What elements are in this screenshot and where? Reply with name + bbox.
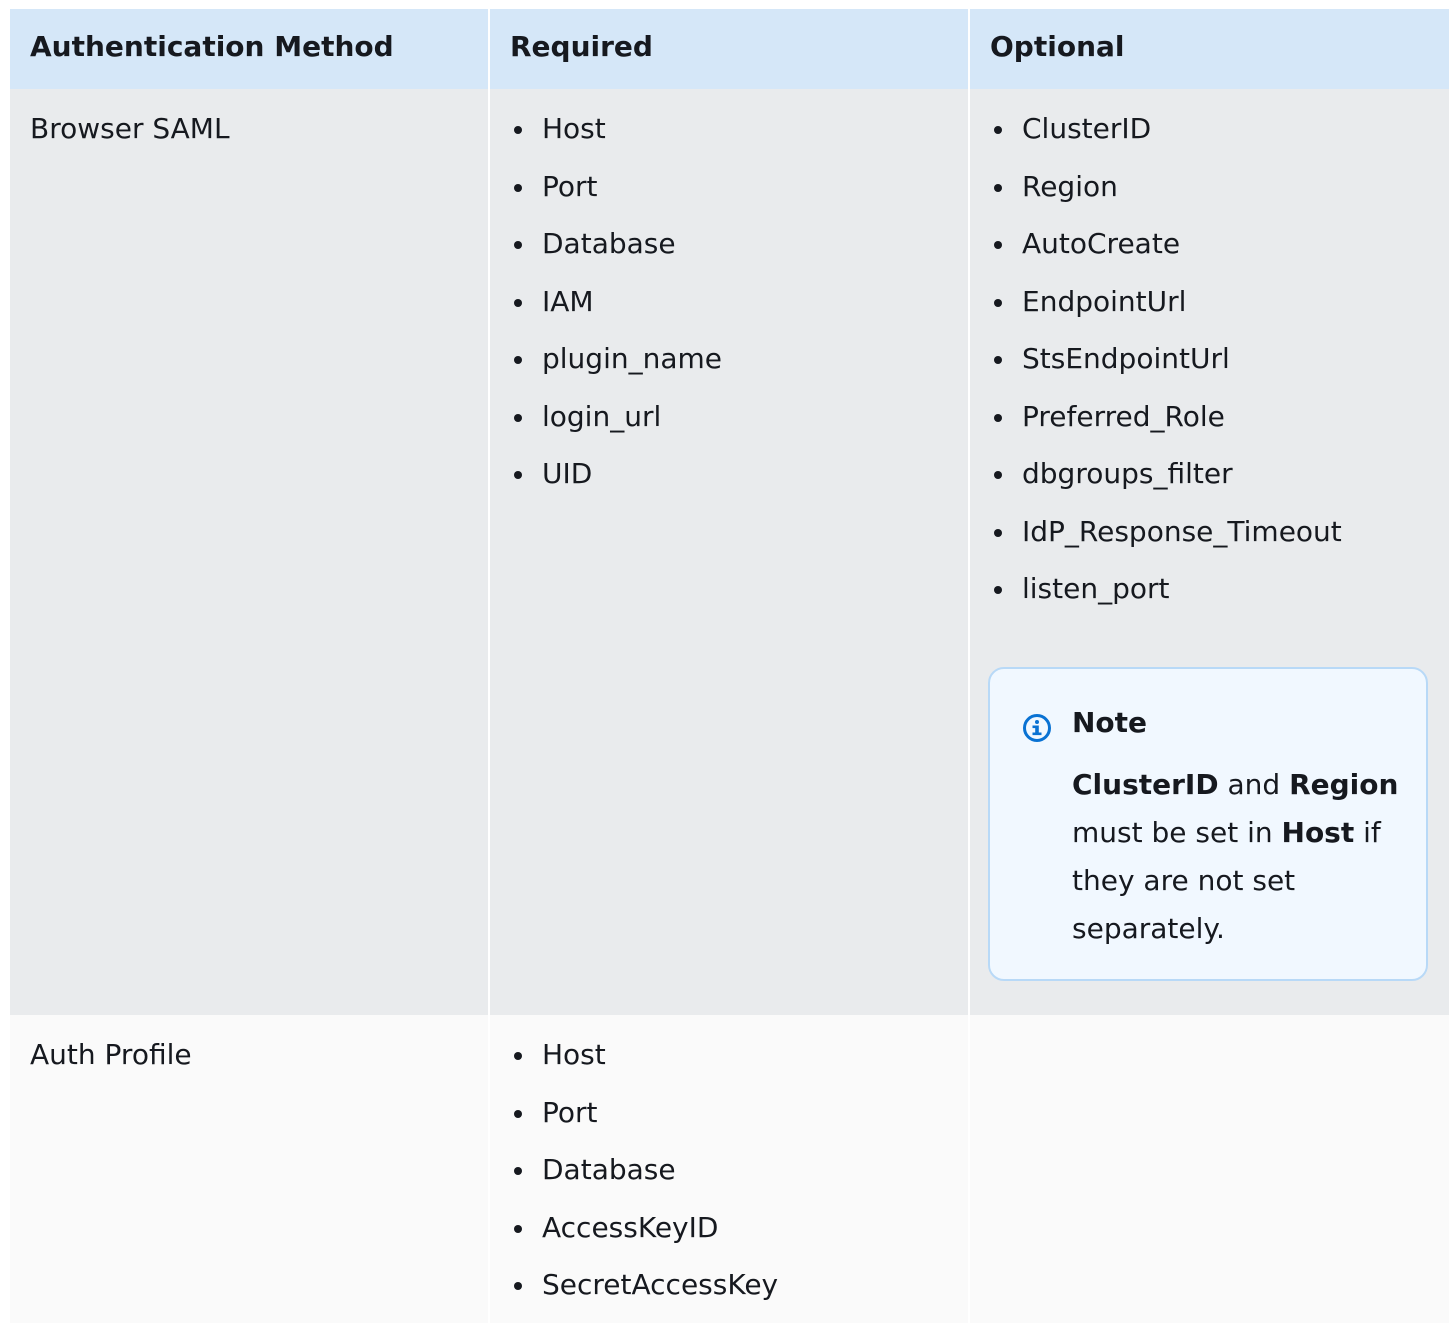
- note-title: Note: [1072, 706, 1148, 739]
- note-callout: Note ClusterID and Region must be set in…: [988, 667, 1428, 981]
- list-item: Database: [510, 1150, 968, 1190]
- optional-cell: [969, 1015, 1449, 1323]
- list-item: SecretAccessKey: [510, 1265, 968, 1305]
- list-item: EndpointUrl: [990, 282, 1449, 322]
- optional-cell: ClusterID Region AutoCreate EndpointUrl …: [969, 89, 1449, 1015]
- list-item: Database: [510, 224, 968, 264]
- list-item: AccessKeyID: [510, 1208, 968, 1248]
- note-text-part: must be set in: [1072, 816, 1282, 849]
- table-header-row: Authentication Method Required Optional: [10, 9, 1449, 89]
- header-required: Required: [489, 9, 970, 89]
- table-row: Auth Profile Host Port Database AccessKe…: [10, 1015, 1449, 1323]
- list-item: plugin_name: [510, 339, 968, 379]
- header-authentication-method: Authentication Method: [10, 9, 490, 89]
- note-text-part: and: [1218, 768, 1290, 801]
- list-item: Host: [510, 1035, 968, 1075]
- list-item: ClusterID: [990, 109, 1449, 149]
- required-cell: Host Port Database IAM plugin_name login…: [489, 89, 970, 1015]
- list-item: StsEndpointUrl: [990, 339, 1449, 379]
- method-cell: Browser SAML: [10, 89, 490, 1015]
- table-row: Browser SAML Host Port Database IAM plug…: [10, 89, 1449, 1015]
- list-item: login_url: [510, 397, 968, 437]
- method-name: Browser SAML: [30, 112, 230, 145]
- note-term-region: Region: [1289, 768, 1399, 801]
- list-item: Preferred_Role: [990, 397, 1449, 437]
- method-name: Auth Profile: [30, 1038, 192, 1071]
- note-text: ClusterID and Region must be set in Host…: [1072, 761, 1402, 953]
- info-icon: [1021, 712, 1053, 744]
- auth-methods-table: Authentication Method Required Optional …: [10, 9, 1449, 1323]
- header-optional: Optional: [969, 9, 1449, 89]
- note-term-host: Host: [1281, 816, 1355, 849]
- list-item: Port: [510, 167, 968, 207]
- list-item: Host: [510, 109, 968, 149]
- list-item: Port: [510, 1093, 968, 1133]
- list-item: UID: [510, 454, 968, 494]
- required-cell: Host Port Database AccessKeyID SecretAcc…: [489, 1015, 970, 1323]
- list-item: listen_port: [990, 569, 1449, 609]
- required-list: Host Port Database AccessKeyID SecretAcc…: [490, 1015, 968, 1305]
- note-term-clusterid: ClusterID: [1072, 768, 1219, 801]
- optional-list: ClusterID Region AutoCreate EndpointUrl …: [970, 89, 1449, 609]
- list-item: IdP_Response_Timeout: [990, 512, 1449, 552]
- list-item: dbgroups_filter: [990, 454, 1449, 494]
- required-list: Host Port Database IAM plugin_name login…: [490, 89, 968, 494]
- list-item: IAM: [510, 282, 968, 322]
- list-item: Region: [990, 167, 1449, 207]
- list-item: AutoCreate: [990, 224, 1449, 264]
- method-cell: Auth Profile: [10, 1015, 490, 1323]
